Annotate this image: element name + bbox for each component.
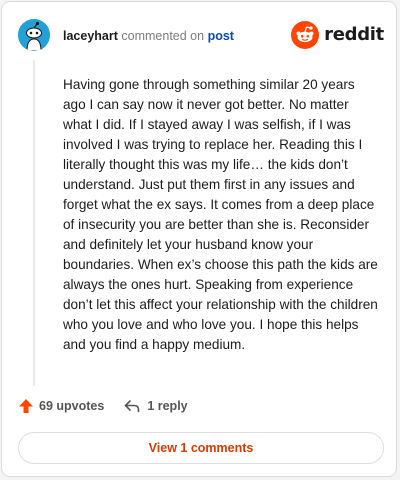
comment-actions: 69 upvotes 1 reply [18, 398, 188, 414]
view-comments-button[interactable]: View 1 comments [18, 432, 384, 464]
reddit-brand[interactable]: reddit [291, 21, 384, 49]
reply-arrow-icon [125, 400, 140, 413]
post-link[interactable]: post [208, 29, 234, 43]
comment-body: Having gone through something similar 20… [63, 77, 378, 352]
upvote-button[interactable]: 69 upvotes [18, 398, 104, 414]
commented-on-label: commented on [121, 29, 205, 43]
reddit-wordmark: reddit [324, 24, 384, 45]
user-avatar[interactable] [18, 19, 50, 51]
snoo-avatar-icon [18, 19, 50, 51]
upvote-count: 69 upvotes [39, 399, 105, 413]
upvote-arrow-icon [19, 399, 33, 413]
reply-count: 1 reply [147, 399, 188, 413]
thread-line[interactable] [33, 60, 35, 386]
reply-button[interactable]: 1 reply [124, 399, 188, 413]
username-link[interactable]: laceyhart [63, 29, 118, 43]
comment-header: laceyhart commented on post [63, 29, 234, 43]
comment-card: laceyhart commented on post reddit Havin… [1, 1, 397, 477]
reddit-logo-icon [291, 21, 320, 49]
